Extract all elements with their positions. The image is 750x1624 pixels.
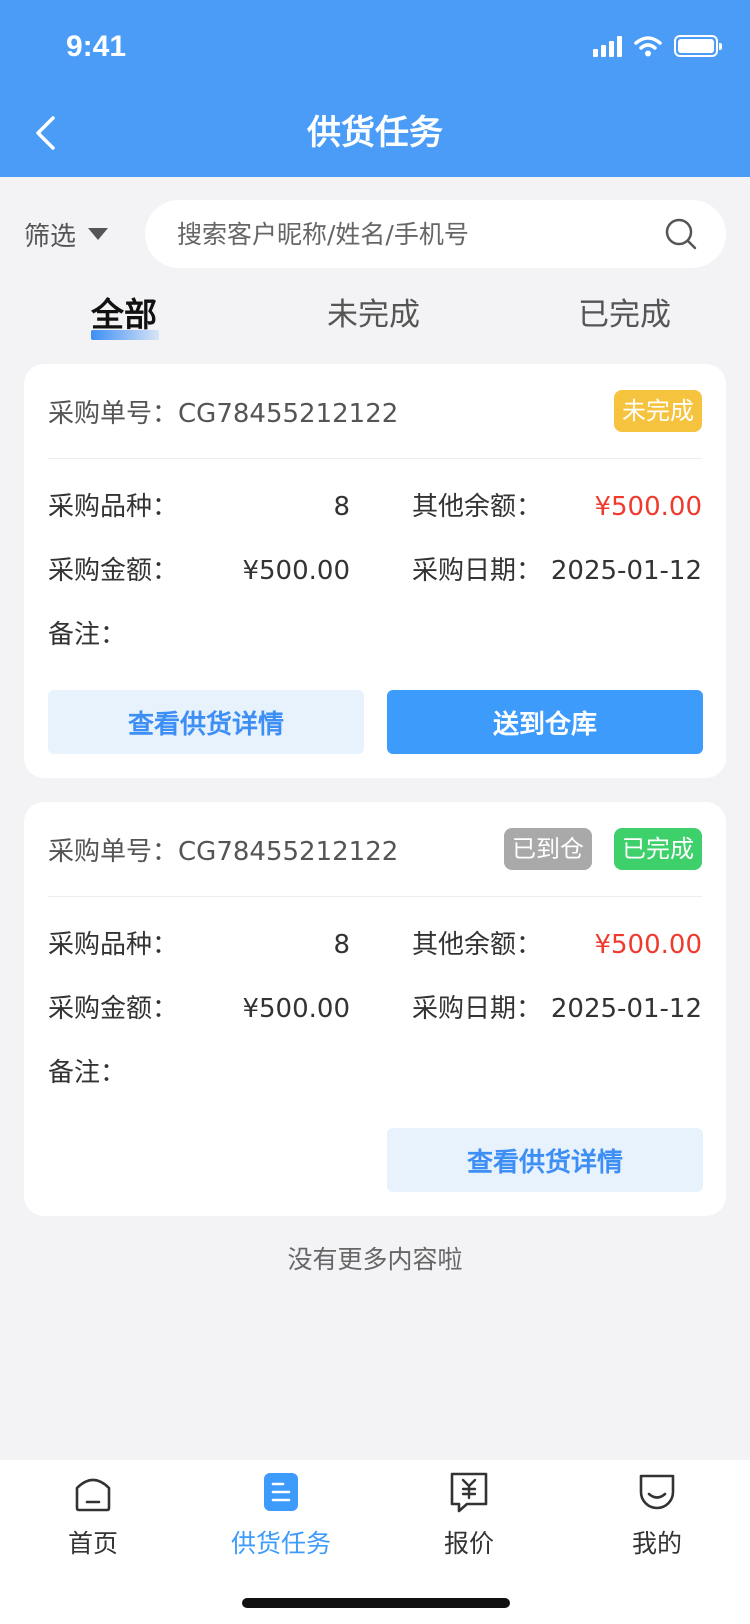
status-tabs: 全部 未完成 已完成 [0,290,750,350]
tabbar-item-home[interactable]: 首页 [33,1470,153,1560]
info-row: 备注： [48,615,702,655]
order-card-header: 采购单号：CG78455212122 已到仓 已完成 [48,802,702,897]
task-list-icon [264,1473,298,1511]
status-time: 9:41 [66,30,127,63]
date-value: 2025-01-12 [550,994,702,1024]
amount-label: 采购金额： [48,556,179,586]
search-box [145,200,726,268]
date-label: 采购日期： [412,556,543,586]
tab-completed[interactable]: 已完成 [578,290,671,340]
order-number-value: CG78455212122 [178,836,399,867]
variety-value: 8 [333,930,350,960]
info-row: 采购品种： 8 其他余额： ¥500.00 [48,487,702,527]
order-card-header: 采购单号：CG78455212122 未完成 [48,364,702,459]
filter-dropdown[interactable]: 筛选 [24,214,109,254]
active-tab-indicator [91,330,159,340]
remark-label: 备注： [48,1058,127,1088]
order-number-label: 采购单号： [48,836,179,867]
send-to-warehouse-button[interactable]: 送到仓库 [387,690,703,754]
filter-label: 筛选 [24,221,77,252]
tabbar-label-tasks: 供货任务 [230,1529,331,1558]
variety-label: 采购品种： [48,492,179,522]
header-bar: 9:41 供货任务 [0,0,750,177]
order-number: 采购单号：CG78455212122 [48,393,592,430]
tabbar-label-quote: 报价 [443,1529,494,1558]
info-row: 备注： [48,1053,702,1093]
status-badge-incomplete: 未完成 [614,390,702,432]
search-icon[interactable] [664,217,698,251]
date-label: 采购日期： [412,994,543,1024]
info-row: 采购品种： 8 其他余额： ¥500.00 [48,925,702,965]
remark-label: 备注： [48,620,127,650]
tabbar-label-profile: 我的 [631,1529,682,1558]
caret-down-icon [88,228,109,240]
date-value: 2025-01-12 [550,556,702,586]
status-badge-arrived: 已到仓 [504,828,592,870]
order-number-label: 采购单号： [48,398,179,429]
tab-incomplete[interactable]: 未完成 [327,290,420,340]
order-card: 采购单号：CG78455212122 未完成 采购品种： 8 其他余额： ¥50… [24,364,726,778]
home-icon [75,1478,111,1512]
info-row: 采购金额： ¥500.00 采购日期： 2025-01-12 [48,551,702,591]
signal-icon [593,35,622,57]
order-number-value: CG78455212122 [178,398,399,429]
page-title: 供货任务 [307,113,443,153]
view-details-button[interactable]: 查看供货详情 [387,1128,703,1192]
amount-value: ¥500.00 [242,556,350,586]
battery-icon [674,35,722,57]
profile-icon [639,1474,675,1510]
home-indicator [242,1598,510,1608]
status-badge-completed: 已完成 [614,828,702,870]
info-row: 采购金额： ¥500.00 采购日期： 2025-01-12 [48,989,702,1029]
balance-label: 其他余额： [412,930,543,960]
quote-icon [450,1472,488,1513]
view-details-button[interactable]: 查看供货详情 [48,690,364,754]
tabbar-item-tasks[interactable]: 供货任务 [221,1470,341,1560]
amount-value: ¥500.00 [242,994,350,1024]
no-more-text: 没有更多内容啦 [287,1245,463,1274]
balance-value: ¥500.00 [594,930,702,960]
amount-label: 采购金额： [48,994,179,1024]
balance-label: 其他余额： [412,492,543,522]
order-number: 采购单号：CG78455212122 [48,831,482,868]
tabbar-label-home: 首页 [67,1529,118,1558]
variety-value: 8 [333,492,350,522]
status-icons [593,34,722,58]
variety-label: 采购品种： [48,930,179,960]
tabbar-item-profile[interactable]: 我的 [597,1470,717,1560]
tabbar-item-quote[interactable]: 报价 [409,1470,529,1560]
search-input[interactable] [177,219,664,249]
wifi-icon [634,36,662,57]
order-card: 采购单号：CG78455212122 已到仓 已完成 采购品种： 8 其他余额：… [24,802,726,1216]
balance-value: ¥500.00 [594,492,702,522]
